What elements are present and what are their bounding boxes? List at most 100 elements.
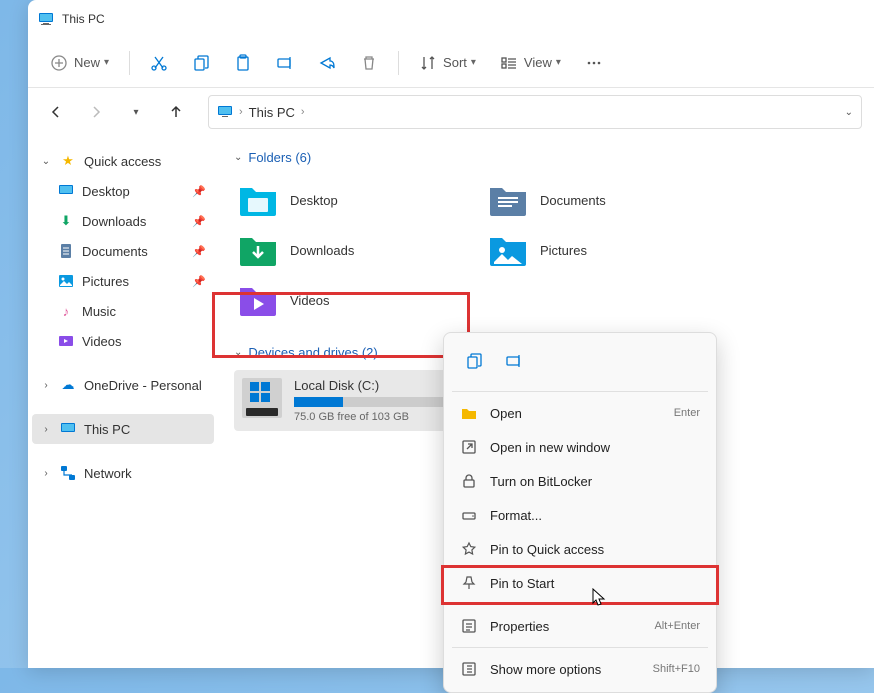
sort-icon xyxy=(419,54,437,72)
ctx-pin-quick[interactable]: Pin to Quick access xyxy=(450,532,710,566)
copy-icon xyxy=(192,54,210,72)
folder-open-icon xyxy=(460,404,478,422)
pin-icon: 📌 xyxy=(192,275,206,288)
properties-icon xyxy=(460,617,478,635)
sidebar: ⌄ ★ Quick access Desktop 📌 ⬇ Downloads 📌… xyxy=(28,136,218,668)
document-icon xyxy=(58,243,74,259)
forward-button[interactable] xyxy=(80,96,112,128)
downloads-folder-icon xyxy=(238,232,278,268)
titlebar[interactable]: This PC xyxy=(28,0,874,38)
arrow-left-icon xyxy=(48,104,64,120)
sidebar-network[interactable]: › Network xyxy=(32,458,214,488)
ctx-copy-button[interactable] xyxy=(456,343,492,379)
chevron-right-icon: › xyxy=(301,106,305,118)
chevron-down-icon: ⌄ xyxy=(234,152,242,163)
sidebar-onedrive[interactable]: › ☁ OneDrive - Personal xyxy=(32,370,214,400)
videos-folder-icon xyxy=(238,282,278,318)
this-pc-icon xyxy=(217,104,233,120)
toolbar: New ▾ Sort ▾ View ▾ xyxy=(28,38,874,88)
sidebar-quick-access[interactable]: ⌄ ★ Quick access xyxy=(32,146,214,176)
star-outline-icon xyxy=(460,540,478,558)
sidebar-item-desktop[interactable]: Desktop 📌 xyxy=(32,176,214,206)
network-icon xyxy=(60,465,76,481)
folder-desktop[interactable]: Desktop xyxy=(234,175,484,225)
folder-documents[interactable]: Documents xyxy=(484,175,734,225)
chevron-right-icon: › xyxy=(40,468,52,479)
cut-button[interactable] xyxy=(140,45,178,81)
pin-icon: 📌 xyxy=(192,215,206,228)
chevron-down-icon: ▾ xyxy=(556,57,561,68)
sidebar-this-pc[interactable]: › This PC xyxy=(32,414,214,444)
view-button[interactable]: View ▾ xyxy=(490,45,571,81)
documents-folder-icon xyxy=(488,182,528,218)
rename-button[interactable] xyxy=(266,45,304,81)
more-icon xyxy=(460,660,478,678)
chevron-down-icon: ▾ xyxy=(133,107,138,118)
ctx-bitlocker[interactable]: Turn on BitLocker xyxy=(450,464,710,498)
rename-icon xyxy=(276,54,294,72)
view-icon xyxy=(500,54,518,72)
chevron-right-icon: › xyxy=(40,380,52,391)
context-menu: Open Enter Open in new window Turn on Bi… xyxy=(443,332,717,693)
new-button[interactable]: New ▾ xyxy=(40,45,119,81)
trash-icon xyxy=(360,54,378,72)
lock-icon xyxy=(460,472,478,490)
music-icon: ♪ xyxy=(58,303,74,319)
pin-icon: 📌 xyxy=(192,185,206,198)
ctx-open[interactable]: Open Enter xyxy=(450,396,710,430)
copy-button[interactable] xyxy=(182,45,220,81)
ctx-more-options[interactable]: Show more options Shift+F10 xyxy=(450,652,710,686)
address-bar[interactable]: › This PC › ⌄ xyxy=(208,95,862,129)
paste-icon xyxy=(234,54,252,72)
ctx-rename-button[interactable] xyxy=(496,343,532,379)
separator xyxy=(452,391,708,392)
arrow-right-icon xyxy=(88,104,104,120)
recent-button[interactable]: ▾ xyxy=(120,96,152,128)
plus-icon xyxy=(50,54,68,72)
new-window-icon xyxy=(460,438,478,456)
breadcrumb-location[interactable]: This PC xyxy=(249,105,295,120)
more-button[interactable] xyxy=(575,45,613,81)
chevron-down-icon[interactable]: ⌄ xyxy=(845,107,853,118)
desktop-icon xyxy=(58,183,74,199)
share-icon xyxy=(318,54,336,72)
drive-icon xyxy=(242,378,282,418)
ctx-pin-start[interactable]: Pin to Start xyxy=(450,566,710,600)
rename-icon xyxy=(505,352,523,370)
video-icon xyxy=(58,333,74,349)
folders-section-header[interactable]: ⌄ Folders (6) xyxy=(234,150,858,165)
separator xyxy=(129,51,130,75)
folder-pictures[interactable]: Pictures xyxy=(484,225,734,275)
sort-button[interactable]: Sort ▾ xyxy=(409,45,486,81)
sidebar-item-pictures[interactable]: Pictures 📌 xyxy=(32,266,214,296)
cursor-icon xyxy=(592,588,606,608)
chevron-right-icon: › xyxy=(239,106,243,118)
cloud-icon: ☁ xyxy=(60,377,76,393)
ctx-properties[interactable]: Properties Alt+Enter xyxy=(450,609,710,643)
chevron-down-icon: ⌄ xyxy=(234,347,242,358)
folder-videos[interactable]: Videos xyxy=(234,275,484,325)
back-button[interactable] xyxy=(40,96,72,128)
download-icon: ⬇ xyxy=(58,213,74,229)
sidebar-item-downloads[interactable]: ⬇ Downloads 📌 xyxy=(32,206,214,236)
up-button[interactable] xyxy=(160,96,192,128)
desktop-folder-icon xyxy=(238,182,278,218)
share-button[interactable] xyxy=(308,45,346,81)
this-pc-icon xyxy=(38,11,54,27)
navbar: ▾ › This PC › ⌄ xyxy=(28,88,874,136)
delete-button[interactable] xyxy=(350,45,388,81)
copy-icon xyxy=(465,352,483,370)
pin-icon: 📌 xyxy=(192,245,206,258)
sidebar-item-documents[interactable]: Documents 📌 xyxy=(32,236,214,266)
folder-downloads[interactable]: Downloads xyxy=(234,225,484,275)
chevron-down-icon: ▾ xyxy=(471,57,476,68)
separator xyxy=(452,647,708,648)
sidebar-item-videos[interactable]: Videos xyxy=(32,326,214,356)
sidebar-item-music[interactable]: ♪ Music xyxy=(32,296,214,326)
window-title: This PC xyxy=(62,12,105,26)
ctx-open-new-window[interactable]: Open in new window xyxy=(450,430,710,464)
paste-button[interactable] xyxy=(224,45,262,81)
chevron-down-icon: ⌄ xyxy=(40,156,52,167)
ellipsis-icon xyxy=(585,54,603,72)
ctx-format[interactable]: Format... xyxy=(450,498,710,532)
